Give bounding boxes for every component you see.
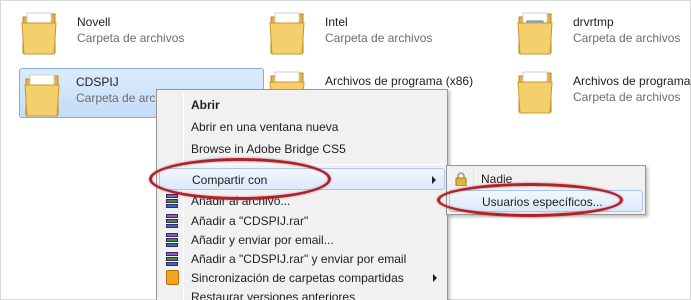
menu-item-anadir-archivo[interactable]: Añadir al archivo...	[159, 190, 445, 212]
folder-tile-drvrtmp[interactable]: drvrtmp Carpeta de archivos	[517, 9, 687, 59]
menu-item-label: Añadir a "CDSPIJ.rar" y enviar por email	[191, 252, 407, 266]
winrar-icon	[165, 232, 181, 248]
explorer-window: Novell Carpeta de archivos Intel Carpeta…	[0, 0, 691, 300]
folder-type: Carpeta de archivos	[77, 31, 185, 45]
submenu-arrow-icon	[432, 176, 436, 184]
menu-item-abrir-nueva-ventana[interactable]: Abrir en una ventana nueva	[159, 116, 445, 138]
winrar-icon	[165, 213, 181, 229]
folder-name: Archivos de programa	[573, 74, 691, 88]
submenu-item-nadie[interactable]: Nadie	[449, 168, 643, 190]
menu-item-label: Restaurar versiones anteriores	[191, 290, 356, 300]
menu-item-restaurar-versiones[interactable]: Restaurar versiones anteriores	[159, 286, 445, 300]
folder-icon	[517, 71, 553, 114]
menu-item-label: Nadie	[481, 172, 513, 186]
folder-icon	[21, 12, 57, 55]
menu-item-label: Añadir al archivo...	[191, 194, 291, 208]
folder-name: Novell	[77, 15, 111, 29]
folder-name: drvrtmp	[573, 15, 614, 29]
menu-item-label: Sincronización de carpetas compartidas	[191, 271, 404, 285]
winrar-icon	[165, 193, 181, 209]
submenu-item-usuarios-especificos[interactable]: Usuarios específicos...	[449, 190, 643, 212]
menu-item-label: Añadir y enviar por email...	[191, 233, 334, 247]
folder-icon	[24, 74, 60, 117]
folder-type: Carpeta de archivos	[325, 31, 433, 45]
menu-item-label: Abrir	[191, 98, 220, 112]
folder-tile-archivos[interactable]: Archivos de programa Carpeta de archivos	[517, 68, 691, 118]
menu-item-compartir-con[interactable]: Compartir con	[159, 168, 445, 190]
folder-type: Carpeta de archi	[76, 91, 165, 105]
compartir-submenu: Nadie Usuarios específicos...	[446, 165, 646, 215]
folder-icon	[517, 12, 553, 55]
folder-icon	[269, 12, 305, 55]
lock-icon	[455, 172, 467, 186]
folder-name: Archivos de programa (x86)	[325, 74, 474, 88]
folder-name: CDSPIJ	[76, 75, 119, 89]
menu-item-adobe-bridge[interactable]: Browse in Adobe Bridge CS5	[159, 138, 445, 160]
folder-tile-intel[interactable]: Intel Carpeta de archivos	[269, 9, 499, 59]
context-menu: Abrir Abrir en una ventana nueva Browse …	[156, 89, 448, 300]
winrar-icon	[165, 251, 181, 267]
menu-item-label: Añadir a "CDSPIJ.rar"	[191, 214, 309, 228]
menu-separator	[187, 164, 443, 165]
menu-item-label: Usuarios específicos...	[482, 195, 603, 209]
menu-item-label: Compartir con	[192, 173, 268, 187]
menu-item-abrir[interactable]: Abrir	[159, 94, 445, 116]
submenu-arrow-icon	[433, 274, 437, 282]
sync-icon	[166, 270, 179, 285]
folder-tile-novell[interactable]: Novell Carpeta de archivos	[21, 9, 251, 59]
menu-item-label: Browse in Adobe Bridge CS5	[191, 142, 346, 156]
folder-type: Carpeta de archivos	[573, 31, 681, 45]
menu-item-label: Abrir en una ventana nueva	[191, 120, 339, 134]
folder-type: Carpeta de archivos	[573, 90, 681, 104]
folder-name: Intel	[325, 15, 348, 29]
